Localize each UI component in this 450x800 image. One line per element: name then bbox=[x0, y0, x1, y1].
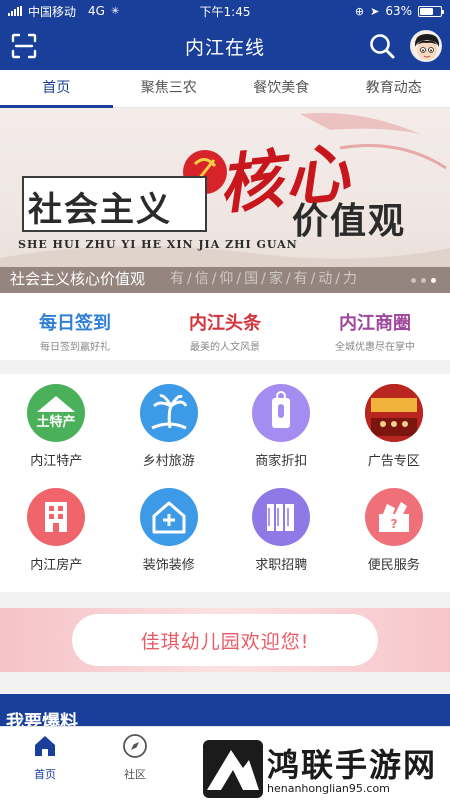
service-convenience[interactable]: ? 便民服务 bbox=[338, 488, 450, 592]
location-icon: ➤ bbox=[370, 4, 380, 18]
service-grid: 土特产 内江特产 乡村旅游 商家折扣 广告专区 内江房产 装饰装修 求职招聘 ?… bbox=[0, 374, 450, 592]
tap-icon bbox=[252, 384, 311, 442]
tab-food[interactable]: 餐饮美食 bbox=[225, 70, 338, 107]
service-label: 内江房产 bbox=[30, 558, 83, 573]
watermark-logo bbox=[203, 740, 263, 798]
books-icon bbox=[252, 488, 311, 546]
carrier-label: 中国移动 bbox=[28, 4, 77, 19]
specialty-icon: 土特产 bbox=[27, 384, 86, 442]
page-title: 内江在线 bbox=[184, 36, 265, 59]
service-label: 乡村旅游 bbox=[142, 454, 195, 469]
quick-link-title: 内江头条 bbox=[189, 313, 261, 334]
battery-percent: 63% bbox=[385, 4, 412, 18]
status-bar: 中国移动 4G ✳ 下午1:45 ⊕ ➤ 63% bbox=[0, 0, 450, 22]
service-ads[interactable]: 广告专区 bbox=[338, 384, 450, 488]
quick-link-title: 每日签到 bbox=[39, 313, 111, 334]
tab-home[interactable]: 首页 bbox=[0, 70, 113, 108]
ad-photo-icon bbox=[364, 384, 423, 442]
quick-link-headlines[interactable]: 内江头条 最美的人文风景 bbox=[150, 293, 300, 360]
service-discount[interactable]: 商家折扣 bbox=[225, 384, 338, 488]
banner-box-text: 社会主义 bbox=[28, 190, 172, 230]
carousel-dot[interactable] bbox=[421, 278, 426, 283]
banner-subheadline: 价值观 bbox=[292, 200, 407, 242]
building-icon bbox=[27, 488, 86, 546]
service-label: 商家折扣 bbox=[255, 454, 308, 469]
service-decoration[interactable]: 装饰装修 bbox=[113, 488, 226, 592]
quick-link-title: 内江商圈 bbox=[339, 313, 411, 334]
quick-link-subtitle: 全城优惠尽在掌中 bbox=[335, 342, 415, 353]
promo-text: 佳琪幼儿园欢迎您! bbox=[72, 614, 378, 666]
nav-label: 首页 bbox=[34, 768, 56, 781]
service-specialty[interactable]: 土特产 内江特产 bbox=[0, 384, 113, 488]
house-plus-icon bbox=[139, 488, 198, 546]
nav-label: 社区 bbox=[124, 768, 146, 781]
category-tabs: 首页 聚焦三农 餐饮美食 教育动态 bbox=[0, 70, 450, 108]
home-icon bbox=[35, 736, 55, 756]
watermark: 鸿联手游网 henanhonglian95.com bbox=[195, 738, 450, 800]
compass-icon bbox=[123, 734, 147, 758]
quick-link-subtitle: 每日签到赢好礼 bbox=[40, 342, 110, 353]
svg-text:土特产: 土特产 bbox=[37, 414, 76, 430]
service-label: 广告专区 bbox=[367, 454, 420, 469]
service-realestate[interactable]: 内江房产 bbox=[0, 488, 113, 592]
carousel-dots[interactable] bbox=[411, 278, 436, 283]
avatar[interactable] bbox=[410, 30, 442, 62]
tab-education[interactable]: 教育动态 bbox=[338, 70, 450, 107]
banner-carousel[interactable]: 社会主义 核心 价值观 SHE HUI ZHU YI HE XIN JIA ZH… bbox=[0, 108, 450, 293]
service-jobs[interactable]: 求职招聘 bbox=[225, 488, 338, 592]
service-label: 装饰装修 bbox=[142, 558, 195, 573]
watermark-name: 鸿联手游网 bbox=[267, 746, 438, 784]
network-label: 4G bbox=[88, 4, 105, 18]
toolbox-icon: ? bbox=[364, 488, 423, 546]
carousel-dot-active[interactable] bbox=[431, 278, 436, 283]
tab-agriculture[interactable]: 聚焦三农 bbox=[113, 70, 226, 107]
service-rural-travel[interactable]: 乡村旅游 bbox=[113, 384, 226, 488]
rotation-lock-icon: ⊕ bbox=[354, 4, 365, 18]
signal-icon bbox=[8, 6, 22, 16]
watermark-url: henanhonglian95.com bbox=[267, 782, 390, 795]
svg-text:?: ? bbox=[390, 517, 397, 531]
user-avatar-icon bbox=[411, 31, 441, 61]
quick-link-checkin[interactable]: 每日签到 每日签到赢好礼 bbox=[0, 293, 150, 360]
service-label: 求职招聘 bbox=[255, 558, 308, 573]
carousel-dot[interactable] bbox=[411, 278, 416, 283]
nav-home[interactable]: 首页 bbox=[15, 733, 75, 782]
palm-tree-icon bbox=[139, 384, 198, 442]
app-header: 内江在线 bbox=[0, 22, 450, 70]
service-label: 便民服务 bbox=[367, 558, 420, 573]
banner-caption: 社会主义核心价值观 bbox=[10, 270, 146, 288]
service-label: 内江特产 bbox=[30, 454, 83, 469]
battery-icon bbox=[418, 5, 444, 17]
loading-icon: ✳ bbox=[110, 5, 120, 17]
banner-ghost-text: 有/信/仰/国/家/有/动/力 bbox=[170, 271, 361, 287]
scan-icon[interactable] bbox=[10, 32, 38, 60]
promo-banner[interactable]: 佳琪幼儿园欢迎您! bbox=[0, 608, 450, 672]
search-icon[interactable] bbox=[368, 32, 396, 60]
quick-link-business[interactable]: 内江商圈 全城优惠尽在掌中 bbox=[300, 293, 450, 360]
nav-community[interactable]: 社区 bbox=[105, 733, 165, 782]
quick-link-subtitle: 最美的人文风景 bbox=[190, 342, 260, 353]
banner-pinyin: SHE HUI ZHU YI HE XIN JIA ZHI GUAN bbox=[18, 238, 298, 251]
quick-links: 每日签到 每日签到赢好礼 内江头条 最美的人文风景 内江商圈 全城优惠尽在掌中 bbox=[0, 293, 450, 360]
